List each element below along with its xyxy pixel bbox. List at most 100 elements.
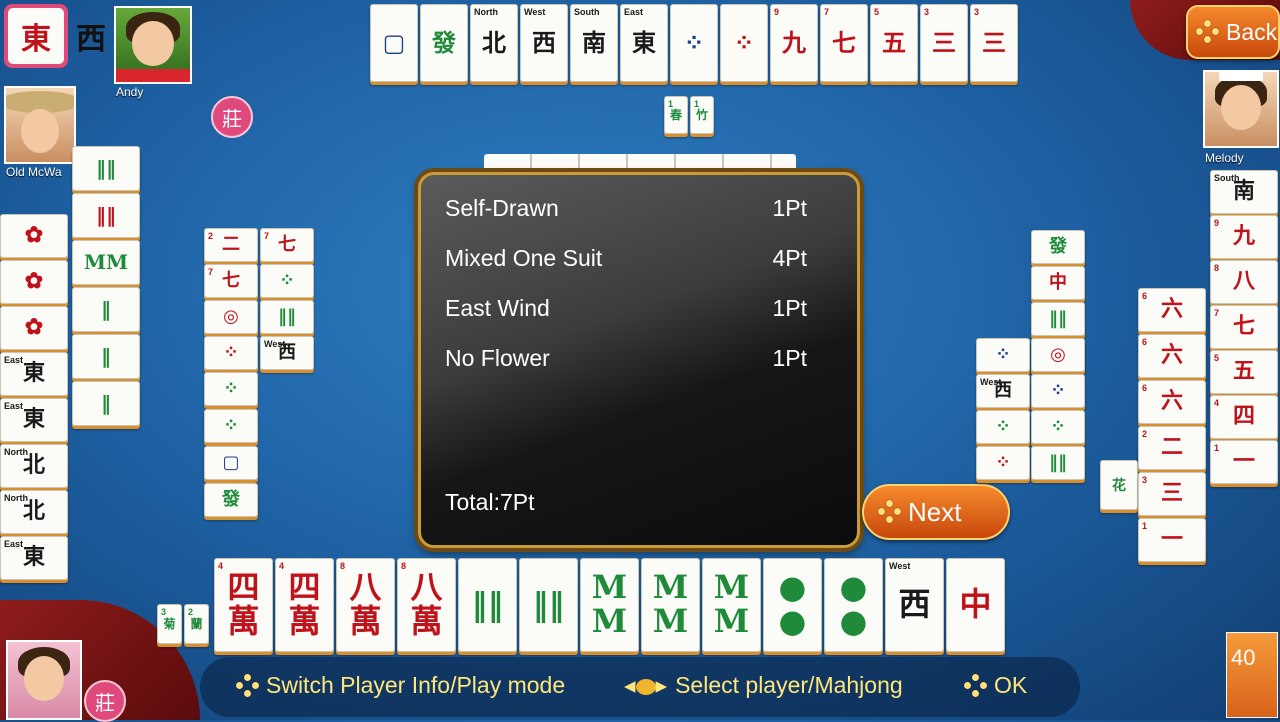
hand-tile[interactable]: 西 West [885,558,944,652]
tile: 一1 [1138,518,1206,562]
back-label: Back [1226,18,1278,45]
tile-glyph: 春 [669,107,682,122]
tile-glyph: ◎ [1050,343,1066,365]
player-name-old-mcwa: Old McWa [6,165,62,179]
tile-glyph: ‖‖ [532,585,565,624]
tile-label: 3 [1142,475,1148,485]
tile-label: 6 [1142,291,1148,301]
tile: ⁘ [1031,410,1085,444]
tile: 發 [1031,230,1085,264]
tile-glyph: 北 [482,28,506,58]
tile-label: 7 [264,231,270,241]
tile-glyph: ‖ [101,344,111,368]
hand-tile[interactable]: M M [641,558,700,652]
tile-glyph: 八 萬 [349,568,382,640]
hand-tile[interactable]: ● ● [763,558,822,652]
tile: 六6 [1138,288,1206,332]
score-item-name: Mixed One Suit [445,245,603,271]
controller-buttons-icon [236,673,260,698]
tile: ‖‖ [1031,446,1085,480]
avatar-melody[interactable] [1203,70,1279,148]
tile-label: 7 [1214,308,1220,318]
tile: 東 East [0,398,68,442]
hand-tile[interactable]: 四 萬4 [275,558,334,652]
tile: 北 North [0,490,68,534]
tile: ‖ [72,381,140,426]
controller-buttons-icon [964,673,988,698]
tile-glyph: 六 [1160,296,1183,323]
tile-glyph: ⁘ [733,28,755,58]
next-button[interactable]: Next [862,484,1010,540]
tile-label: West [524,7,546,17]
tile-label: 3 [161,607,167,617]
hand-tile[interactable]: ‖‖ [458,558,517,652]
hand-tile[interactable]: M M [580,558,639,652]
tile: 四4 [1210,395,1278,439]
tile: 發 [420,4,468,82]
tile: 發 [204,483,258,517]
score-item-points: 1Pt [772,295,807,321]
hint-ok-label: OK [994,672,1028,698]
tile-glyph: 西 [898,585,931,624]
tile-label: 1 [1142,521,1148,531]
tile: 六6 [1138,380,1206,424]
tile: ‖ [72,287,140,332]
tile: 九9 [770,4,818,82]
tile: 蘭2 [184,604,209,644]
hand-tile[interactable]: ‖‖ [519,558,578,652]
tile-glyph: ⁘ [1050,379,1066,401]
tile-glyph: MM [83,250,129,274]
score-panel: Self-Drawn 1Pt Mixed One Suit 4Pt East W… [418,172,860,548]
tile-glyph: ✿ [24,268,44,295]
tile: 西 West [976,374,1030,408]
tile-glyph: ⁘ [995,451,1011,473]
tile-glyph: ‖‖ [96,203,116,227]
tile-glyph: 發 [222,488,240,510]
seat-wind: 東 [21,22,51,57]
hint-select: ◂ ▸ Select player/Mahjong [624,672,903,699]
hand-tile[interactable]: 四 萬4 [214,558,273,652]
score-item: East Wind 1Pt [445,295,807,325]
tile-glyph: 二 [222,233,240,255]
tile: 三3 [920,4,968,82]
score-item: Mixed One Suit 4Pt [445,245,807,275]
tile: 五5 [1210,350,1278,394]
tile-glyph: 六 [1160,342,1183,369]
tile-glyph: 發 [432,28,456,58]
hand-tile[interactable]: M M [702,558,761,652]
tile-label: 3 [974,7,980,17]
tile-glyph: ⁘ [683,28,705,58]
tile-glyph: ‖‖ [1049,451,1067,473]
tile-label: East [4,401,24,411]
tile: 二2 [1138,426,1206,470]
tile-label: 9 [1214,218,1220,228]
tile-label: East [4,539,24,549]
tile-label: 6 [1142,337,1148,347]
tile-glyph: ✿ [24,314,44,341]
tile-glyph: 東 [22,544,45,571]
avatar-self[interactable] [6,640,82,720]
tile-glyph: ▢ [222,451,240,473]
tile-label: West [264,339,286,349]
hand-tile[interactable]: 中 [946,558,1005,652]
tile-label: 2 [188,607,194,617]
prevalent-wind: 西 [76,22,106,57]
tile: 五5 [870,4,918,82]
hint-select-label: Select player/Mahjong [675,672,903,698]
avatar-andy[interactable] [114,6,192,84]
back-button[interactable]: Back [1186,5,1280,59]
score-item-name: No Flower [445,345,550,371]
hand-tile[interactable]: 八 萬8 [397,558,456,652]
tile-glyph: 蘭 [190,616,203,631]
tile-label: West [980,377,1002,387]
tile: ‖‖ [260,300,314,334]
tile: 西 West [520,4,568,82]
tile-label: 6 [1142,383,1148,393]
avatar-old-mcwa[interactable] [4,86,76,164]
tile-glyph: ⁘ [223,377,239,399]
hand-tile[interactable]: 八 萬8 [336,558,395,652]
tile: 中 [1031,266,1085,300]
hand-tile[interactable]: ● ● [824,558,883,652]
tile: ▢ [370,4,418,82]
controller-buttons-icon [1196,20,1220,44]
